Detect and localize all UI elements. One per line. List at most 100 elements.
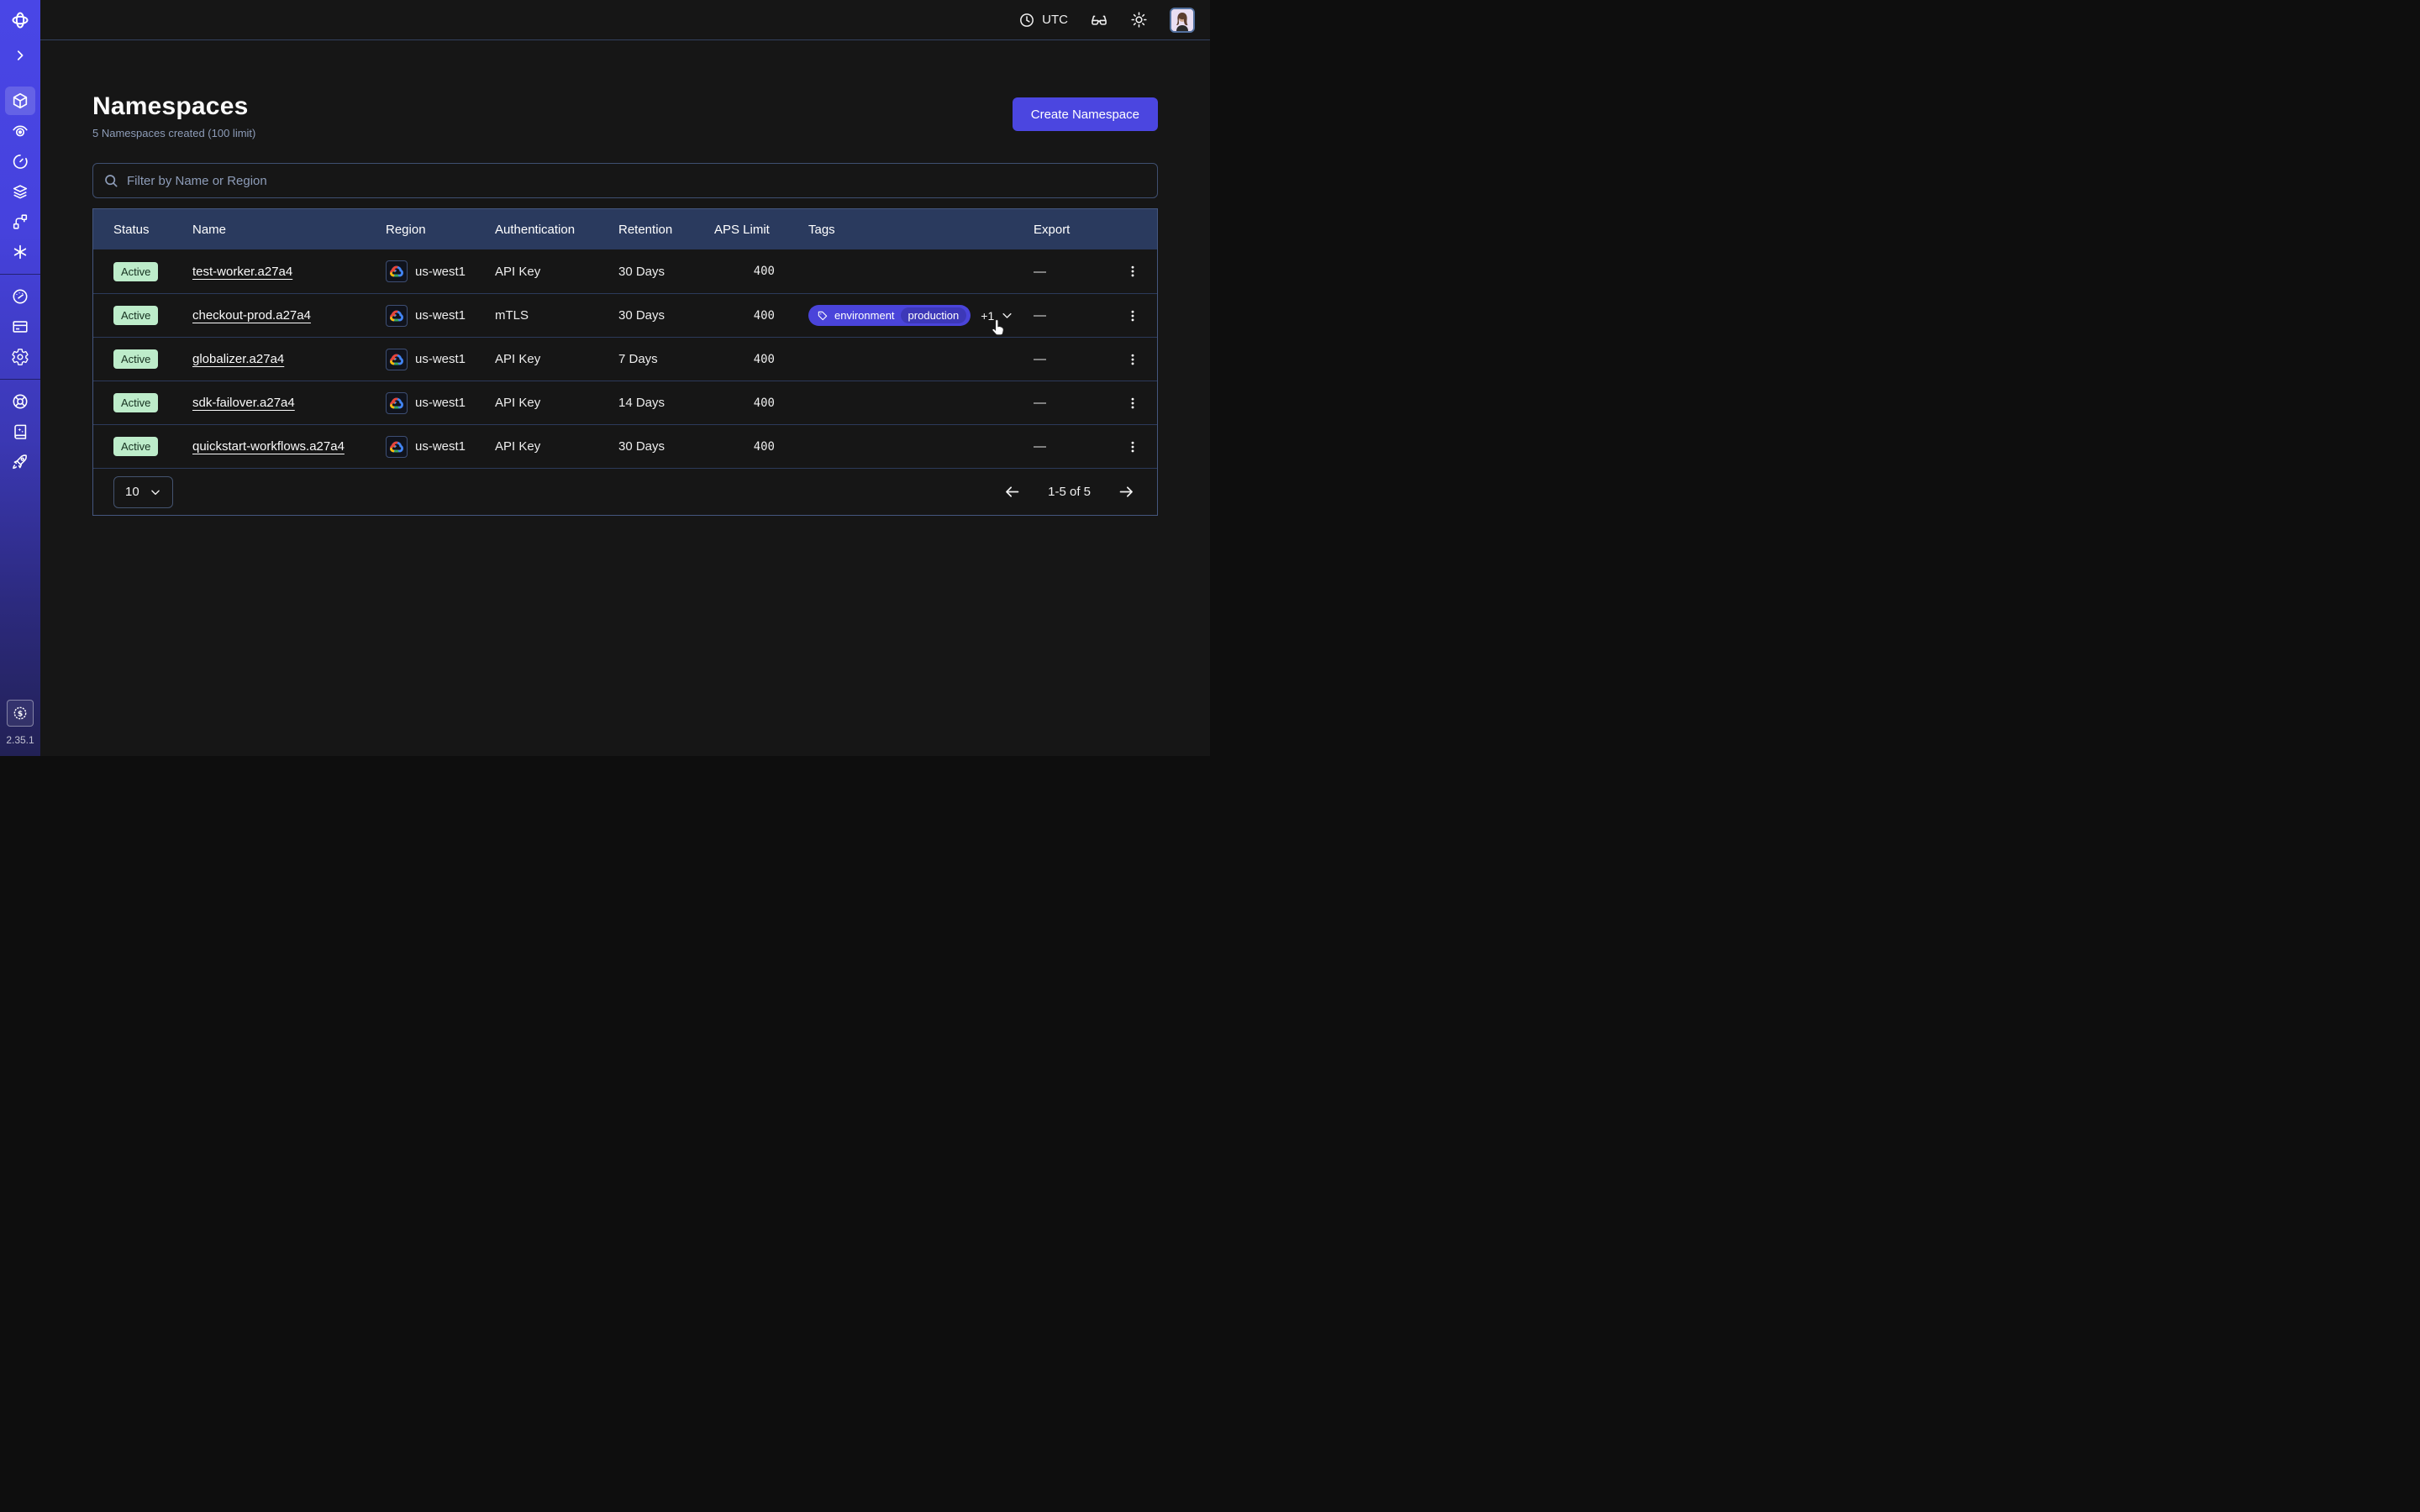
sidebar-item-getting-started[interactable]: [0, 447, 40, 477]
labs-glasses-icon: [1090, 11, 1108, 29]
aps-limit-value: 400: [714, 396, 808, 410]
sidebar-item-usage[interactable]: [0, 281, 40, 312]
row-actions-button[interactable]: [1122, 305, 1144, 327]
table-row: Active sdk-failover.a27a4 us-west1 API K…: [93, 381, 1157, 424]
sidebar-item-namespaces[interactable]: [0, 86, 40, 116]
page-header: Namespaces 5 Namespaces created (100 lim…: [92, 92, 1158, 139]
filter-input[interactable]: [92, 163, 1158, 198]
status-badge: Active: [113, 306, 158, 325]
sidebar-item-services[interactable]: [0, 237, 40, 267]
sidebar-item-schedules[interactable]: [0, 146, 40, 176]
namespace-link[interactable]: sdk-failover.a27a4: [192, 396, 295, 410]
svg-text:$: $: [18, 709, 23, 718]
namespace-link[interactable]: test-worker.a27a4: [192, 265, 292, 279]
gauge-icon: [11, 287, 29, 306]
row-actions-button[interactable]: [1122, 436, 1144, 458]
layers-icon: [11, 182, 29, 201]
cube-icon: [11, 92, 29, 110]
book-icon: [11, 423, 29, 441]
export-value: —: [1034, 308, 1109, 323]
row-actions-button[interactable]: [1122, 260, 1144, 282]
gcp-cloud-icon: [386, 260, 408, 282]
column-header-retention: Retention: [618, 223, 714, 237]
retention-label: 30 Days: [618, 265, 714, 279]
clock-icon: [1018, 12, 1035, 29]
tag-key: environment: [834, 309, 895, 322]
table-body: Active test-worker.a27a4 us-west1 API Ke…: [93, 249, 1157, 468]
tag-value: production: [901, 307, 967, 323]
table-row: Active quickstart-workflows.a27a4 us-wes…: [93, 424, 1157, 468]
labs-toggle-button[interactable]: [1090, 11, 1108, 29]
theme-toggle-button[interactable]: [1130, 11, 1148, 29]
aps-limit-value: 400: [714, 309, 808, 323]
content: Namespaces 5 Namespaces created (100 lim…: [40, 40, 1210, 516]
rocket-icon: [11, 453, 29, 471]
lifebuoy-icon: [11, 392, 29, 411]
status-badge: Active: [113, 262, 158, 281]
topbar: UTC: [40, 0, 1210, 40]
next-page-button[interactable]: [1118, 483, 1135, 501]
region-label: us-west1: [415, 439, 466, 454]
filter-bar: [92, 163, 1158, 198]
retention-label: 14 Days: [618, 396, 714, 410]
gcp-cloud-icon: [386, 349, 408, 370]
search-icon: [103, 172, 119, 189]
sidebar-item-settings[interactable]: [0, 342, 40, 372]
sidebar-item-insights[interactable]: [0, 116, 40, 146]
sidebar-item-nexus[interactable]: [0, 207, 40, 237]
table-row: Active checkout-prod.a27a4 us-west1 mTLS…: [93, 293, 1157, 337]
sidebar-expand-button[interactable]: [0, 40, 40, 71]
aps-limit-value: 400: [714, 353, 808, 366]
namespace-link[interactable]: checkout-prod.a27a4: [192, 308, 311, 323]
tags-expand-button[interactable]: +1: [981, 309, 1013, 323]
eye-icon: [11, 122, 29, 140]
export-value: —: [1034, 352, 1109, 366]
timezone-selector[interactable]: UTC: [1018, 12, 1068, 29]
namespace-link[interactable]: globalizer.a27a4: [192, 352, 284, 366]
row-actions-button[interactable]: [1122, 392, 1144, 414]
sun-icon: [1130, 11, 1148, 29]
sidebar-item-batch[interactable]: [0, 176, 40, 207]
column-header-status: Status: [113, 223, 192, 237]
page-range-label: 1-5 of 5: [1048, 485, 1091, 499]
table-row: Active test-worker.a27a4 us-west1 API Ke…: [93, 249, 1157, 293]
column-header-aps-limit: APS Limit: [714, 223, 808, 237]
chevron-down-icon: [150, 486, 161, 498]
gcp-cloud-icon: [386, 436, 408, 458]
app-version: 2.35.1: [6, 734, 34, 746]
column-header-export: Export: [1034, 223, 1109, 237]
app-window: $ 2.35.1 UTC: [0, 0, 1210, 756]
auth-label: API Key: [495, 396, 618, 410]
sidebar-item-billing[interactable]: [0, 312, 40, 342]
column-header-region: Region: [386, 223, 495, 237]
credits-button[interactable]: $: [7, 700, 34, 727]
sidebar-item-docs[interactable]: [0, 417, 40, 447]
export-value: —: [1034, 396, 1109, 410]
prev-page-button[interactable]: [1003, 483, 1021, 501]
namespace-link[interactable]: quickstart-workflows.a27a4: [192, 439, 345, 454]
arrow-left-icon: [1003, 483, 1021, 501]
user-avatar[interactable]: [1170, 8, 1195, 33]
aps-limit-value: 400: [714, 265, 808, 278]
region-label: us-west1: [415, 265, 466, 279]
credit-card-icon: [11, 318, 29, 336]
auth-label: API Key: [495, 265, 618, 279]
status-badge: Active: [113, 349, 158, 369]
sidebar-item-support[interactable]: [0, 386, 40, 417]
sidebar-divider: [0, 379, 40, 380]
tag-chip[interactable]: environment production: [808, 305, 971, 326]
pagination-bar: 10 1-5 of 5: [93, 468, 1157, 515]
arrow-right-icon: [1118, 483, 1135, 501]
timer-icon: [11, 152, 29, 171]
page-size-select[interactable]: 10: [113, 476, 173, 508]
tags-more-count: +1: [981, 309, 994, 323]
region-label: us-west1: [415, 396, 466, 410]
create-namespace-button[interactable]: Create Namespace: [1013, 97, 1158, 131]
page-subtitle: 5 Namespaces created (100 limit): [92, 127, 255, 139]
export-value: —: [1034, 265, 1109, 279]
temporal-logo[interactable]: [0, 0, 40, 40]
column-header-name: Name: [192, 223, 386, 237]
row-actions-button[interactable]: [1122, 349, 1144, 370]
chevron-down-icon: [1001, 309, 1013, 322]
asterisk-icon: [11, 243, 29, 261]
